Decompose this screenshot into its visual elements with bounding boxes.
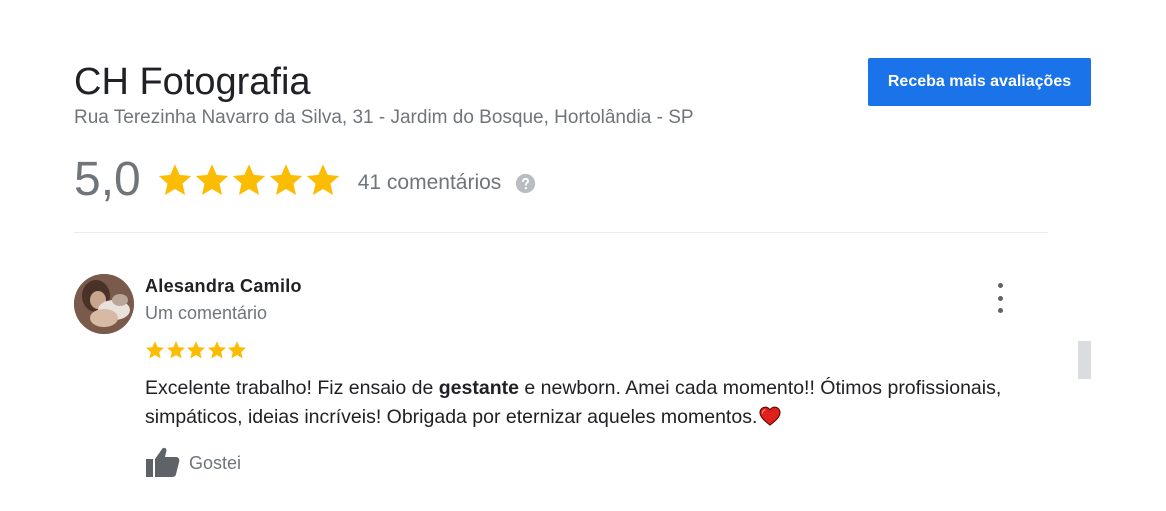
reviewer-name[interactable]: Alesandra Camilo bbox=[145, 276, 302, 297]
reviewer-review-count: Um comentário bbox=[145, 303, 268, 323]
more-vert-icon-dot bbox=[997, 295, 1003, 301]
star-icon bbox=[232, 164, 265, 195]
section-divider bbox=[74, 232, 1048, 233]
get-more-reviews-button[interactable]: Receba mais avaliações bbox=[868, 58, 1091, 106]
like-button[interactable]: Gostei bbox=[145, 446, 241, 478]
review-text: Excelente trabalho! Fiz ensaio de gestan… bbox=[145, 374, 1025, 432]
review-stars bbox=[145, 340, 248, 360]
avatar[interactable] bbox=[74, 274, 134, 334]
star-icon bbox=[187, 341, 205, 359]
star-icon bbox=[166, 341, 185, 359]
scrollbar-thumb[interactable] bbox=[1078, 341, 1091, 379]
more-vert-icon-dot bbox=[997, 283, 1003, 288]
star-icon bbox=[146, 341, 164, 359]
reviews-page: CH Fotografia Rua Terezinha Navarro da S… bbox=[0, 0, 1166, 511]
rating-value: 5,0 bbox=[74, 153, 141, 206]
star-icon bbox=[269, 164, 302, 195]
rating-stars bbox=[157, 162, 342, 198]
like-label: Gostei bbox=[189, 452, 242, 473]
help-circle-icon[interactable] bbox=[515, 173, 536, 194]
review-text-start: Excelente trabalho! Fiz ensaio de bbox=[145, 377, 439, 399]
star-icon bbox=[158, 164, 191, 195]
star-icon bbox=[228, 341, 246, 359]
star-icon bbox=[207, 341, 226, 359]
more-options-button[interactable] bbox=[986, 283, 1014, 313]
red-heart-icon bbox=[759, 406, 781, 426]
business-name: CH Fotografia bbox=[74, 61, 311, 103]
rating-summary: 5,0 41 comentários bbox=[74, 150, 536, 210]
review-count: 41 comentários bbox=[357, 171, 502, 194]
review-text-bold: gestante bbox=[438, 377, 519, 399]
avatar-photo-icon bbox=[74, 274, 134, 334]
thumbs-up-icon bbox=[146, 447, 180, 477]
business-address: Rua Terezinha Navarro da Silva, 31 - Jar… bbox=[74, 107, 694, 128]
star-icon bbox=[195, 164, 228, 195]
star-icon bbox=[306, 164, 339, 195]
more-vert-icon-dot bbox=[997, 308, 1003, 313]
